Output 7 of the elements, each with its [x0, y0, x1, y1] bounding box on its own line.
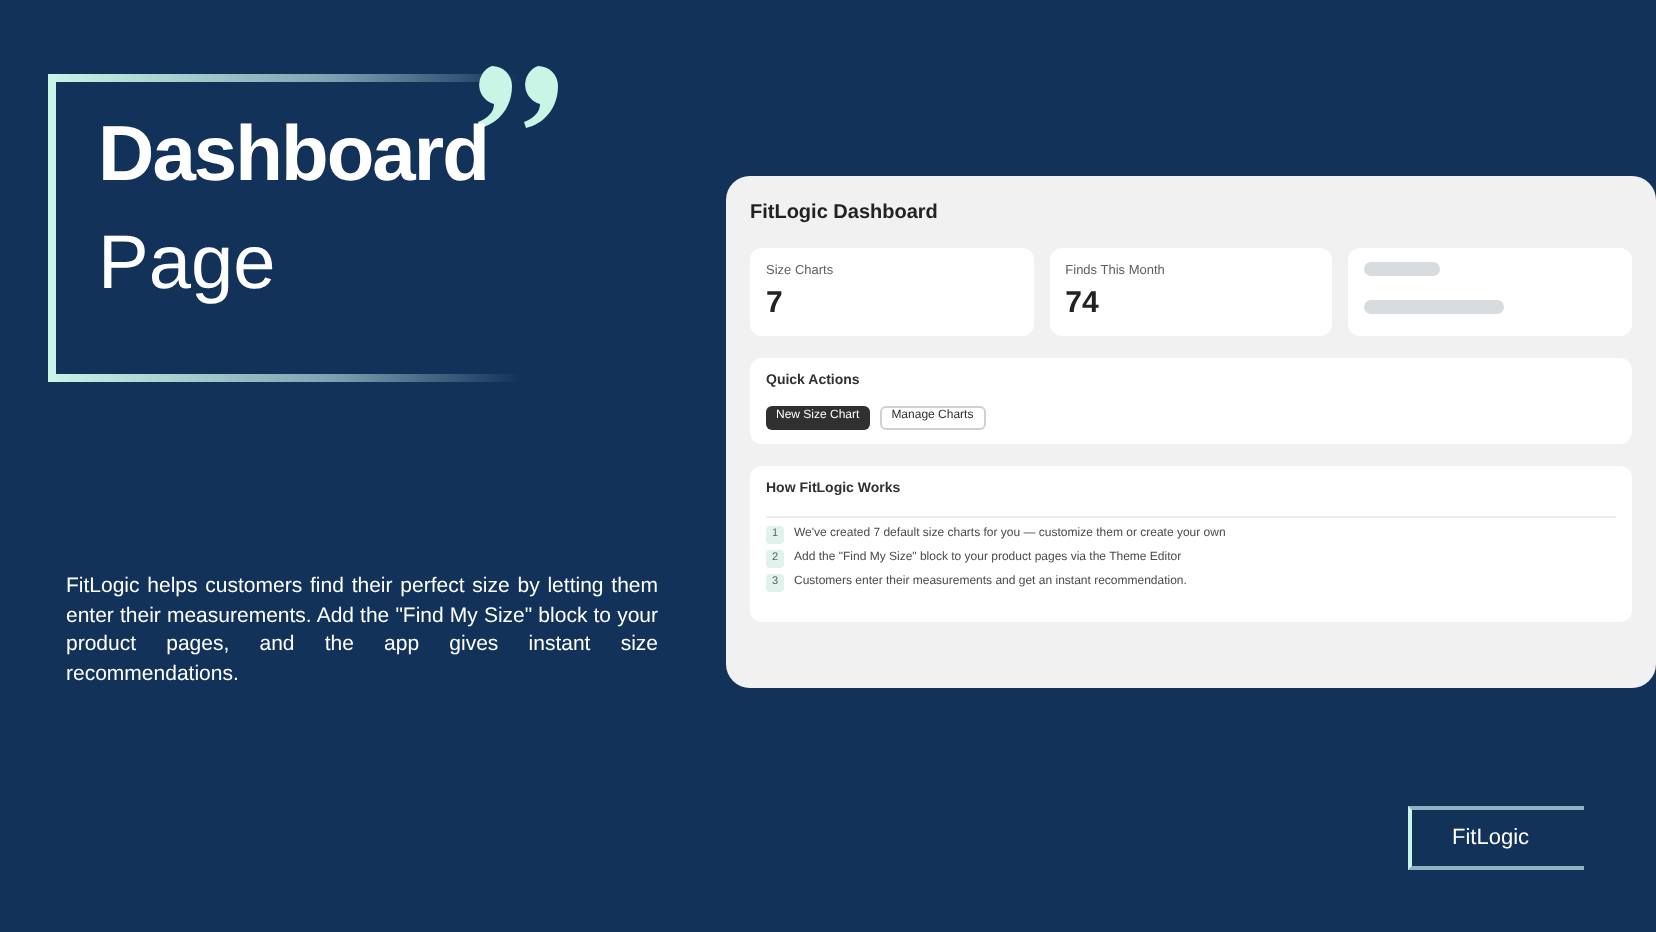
stat-value: 7	[766, 287, 785, 318]
stat-value: 74	[1065, 287, 1101, 318]
page-title: Dashboard	[98, 116, 488, 194]
dashboard-title: FitLogic Dashboard	[750, 200, 940, 228]
description-paragraph: FitLogic helps customers find their perfect size by letting them enter their measurements. Add the "Find My Size" block to your product pages, and the app gives instant size recommendations.	[66, 572, 658, 688]
page-subtitle: Page	[98, 226, 276, 302]
brand-name: FitLogic	[1452, 823, 1530, 854]
